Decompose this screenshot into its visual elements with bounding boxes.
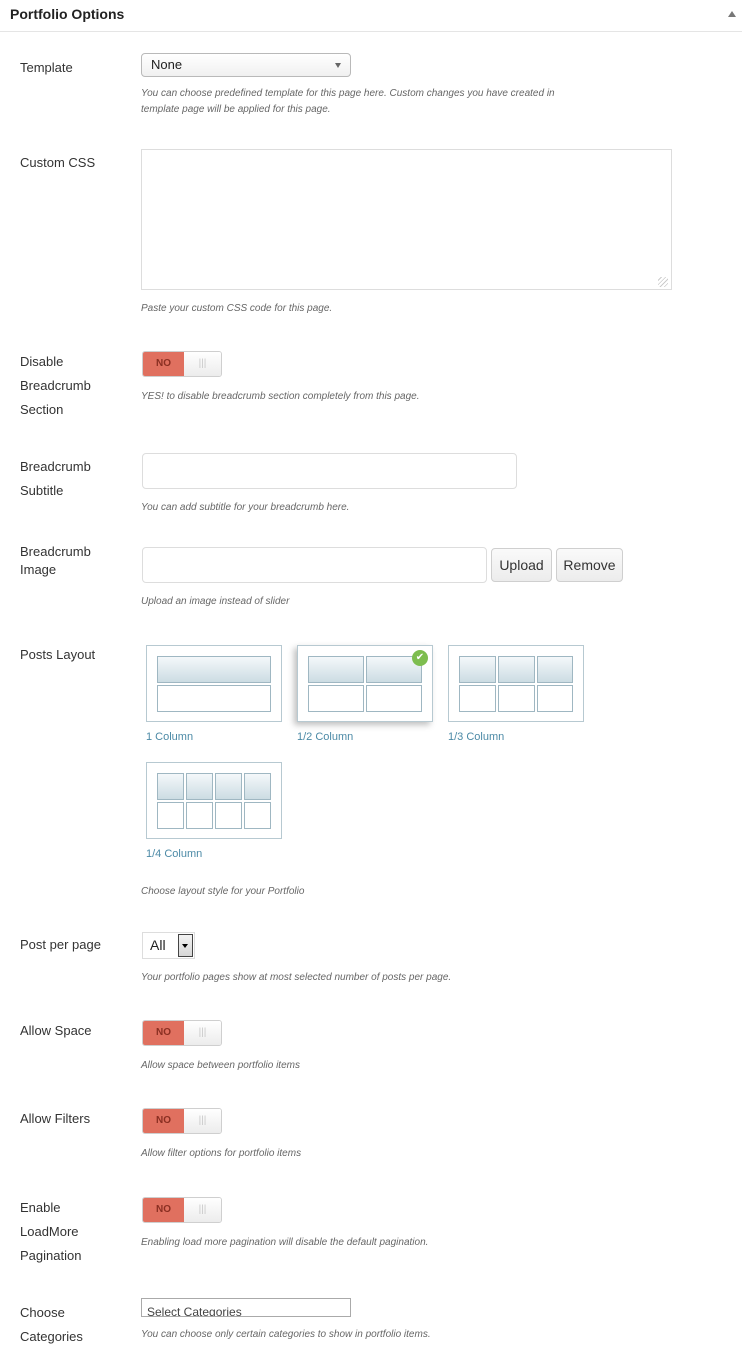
breadcrumb-image-label: Breadcrumb Image <box>20 544 91 577</box>
panel-title: Portfolio Options <box>10 6 125 22</box>
layout-cell <box>157 685 271 712</box>
layout-cell <box>498 656 535 683</box>
layout-cell <box>537 685 573 712</box>
disable-breadcrumb-toggle[interactable]: NO ||| <box>142 351 222 377</box>
layout-cell <box>308 685 364 712</box>
layout-option-1-column[interactable] <box>146 645 282 722</box>
layout-cell <box>244 802 271 829</box>
layout-cell <box>366 685 422 712</box>
layout-label-1-2-column[interactable]: 1/2 Column <box>297 731 353 743</box>
custom-css-label: Custom CSS <box>20 155 96 170</box>
check-circle-icon: ✔ <box>412 650 428 666</box>
toggle-no-label: NO <box>143 352 184 376</box>
post-per-page-value: All <box>150 937 166 953</box>
chevron-down-icon <box>335 63 341 68</box>
allow-filters-label: Allow Filters <box>20 1111 91 1126</box>
chevron-down-icon[interactable] <box>178 934 193 957</box>
layout-cell <box>157 773 184 800</box>
resize-handle-icon[interactable] <box>658 277 668 287</box>
layout-option-1-3-column[interactable] <box>448 645 584 722</box>
toggle-grip-icon: ||| <box>184 1021 221 1045</box>
toggle-grip-icon: ||| <box>184 1109 221 1133</box>
categories-select-input[interactable]: Select Categories <box>141 1298 351 1317</box>
custom-css-textarea[interactable] <box>141 149 672 290</box>
loadmore-toggle[interactable]: NO ||| <box>142 1197 222 1223</box>
template-select-value: None <box>151 57 183 72</box>
layout-label-1-4-column[interactable]: 1/4 Column <box>146 848 202 860</box>
layout-cell <box>459 656 496 683</box>
categories-label: Choose Categories <box>20 1305 83 1344</box>
toggle-grip-icon: ||| <box>184 1198 221 1222</box>
remove-button[interactable]: Remove <box>556 548 623 582</box>
template-select[interactable]: None <box>141 53 351 77</box>
disable-breadcrumb-label: Disable Breadcrumb Section <box>20 354 91 417</box>
loadmore-desc: Enabling load more pagination will disab… <box>141 1237 429 1248</box>
layout-option-1-4-column[interactable] <box>146 762 282 839</box>
layout-cell <box>308 656 364 683</box>
post-per-page-label: Post per page <box>20 937 101 952</box>
layout-cell <box>157 802 184 829</box>
loadmore-label: Enable LoadMore Pagination <box>20 1200 82 1263</box>
post-per-page-select[interactable]: All <box>142 932 195 959</box>
disable-breadcrumb-desc: YES! to disable breadcrumb section compl… <box>141 391 420 402</box>
toggle-no-label: NO <box>143 1021 184 1045</box>
layout-label-1-column[interactable]: 1 Column <box>146 731 193 743</box>
allow-space-toggle[interactable]: NO ||| <box>142 1020 222 1046</box>
posts-layout-desc: Choose layout style for your Portfolio <box>141 886 305 897</box>
post-per-page-desc: Your portfolio pages show at most select… <box>141 972 452 983</box>
allow-filters-desc: Allow filter options for portfolio items <box>141 1148 302 1159</box>
toggle-no-label: NO <box>143 1198 184 1222</box>
categories-desc: You can choose only certain categories t… <box>141 1329 431 1340</box>
layout-cell <box>186 802 213 829</box>
breadcrumb-subtitle-input[interactable] <box>142 453 517 489</box>
breadcrumb-subtitle-label: Breadcrumb Subtitle <box>20 459 91 498</box>
layout-label-1-3-column[interactable]: 1/3 Column <box>448 731 504 743</box>
layout-cell <box>157 656 271 683</box>
breadcrumb-image-input[interactable] <box>142 547 487 583</box>
allow-filters-toggle[interactable]: NO ||| <box>142 1108 222 1134</box>
layout-cell <box>186 773 213 800</box>
toggle-no-label: NO <box>143 1109 184 1133</box>
layout-cell <box>459 685 496 712</box>
layout-cell <box>244 773 271 800</box>
panel-header: Portfolio Options <box>0 0 742 32</box>
collapse-icon[interactable] <box>728 11 736 17</box>
layout-cell <box>215 802 242 829</box>
toggle-grip-icon: ||| <box>184 352 221 376</box>
layout-cell <box>215 773 242 800</box>
allow-space-label: Allow Space <box>20 1023 92 1038</box>
breadcrumb-subtitle-desc: You can add subtitle for your breadcrumb… <box>141 502 350 513</box>
breadcrumb-image-desc: Upload an image instead of slider <box>141 596 290 607</box>
custom-css-desc: Paste your custom CSS code for this page… <box>141 303 333 314</box>
template-label: Template <box>20 60 73 75</box>
upload-button[interactable]: Upload <box>491 548 552 582</box>
layout-cell <box>498 685 535 712</box>
layout-cell <box>537 656 573 683</box>
allow-space-desc: Allow space between portfolio items <box>141 1060 300 1071</box>
template-desc: You can choose predefined template for t… <box>141 88 555 115</box>
posts-layout-label: Posts Layout <box>20 647 96 662</box>
